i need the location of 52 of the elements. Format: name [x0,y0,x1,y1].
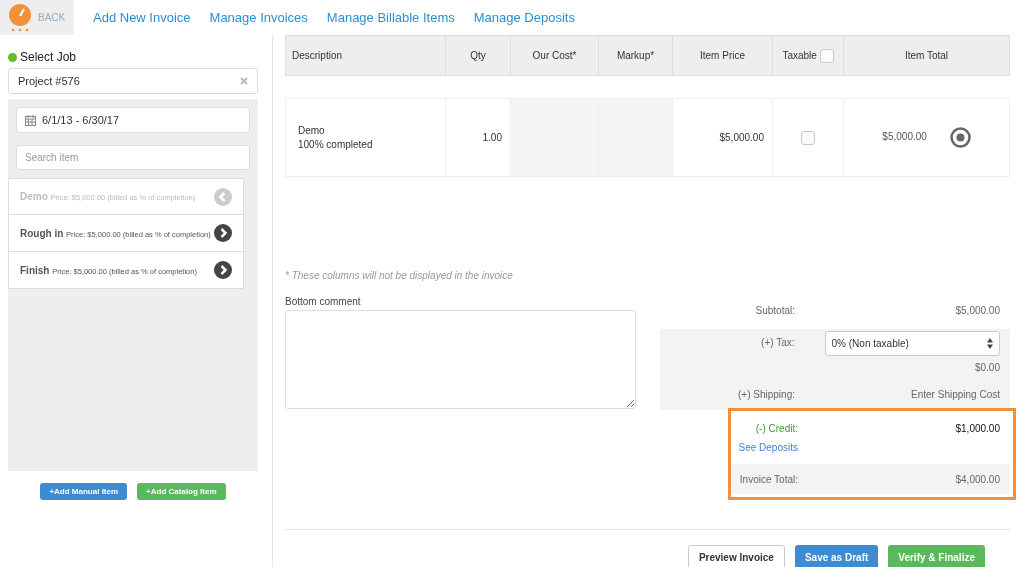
table-cell: $5,000.00 [882,131,927,143]
action-button[interactable]: Preview Invoice [687,545,785,567]
invoice-total-label: Invoice Total: [738,473,799,485]
action-button[interactable]: Save as Draft [794,545,879,567]
invoice-total-value: $4,000.00 [954,473,1000,485]
column-header: Description [292,50,343,61]
shipping-field[interactable]: Enter Shipping Cost [810,389,1000,400]
status-dot [8,52,17,62]
date-range-field[interactable]: 6/1/13 - 6/30/17 [16,107,250,133]
comment-field[interactable] [285,310,636,409]
column-header: Markup* [616,50,655,61]
select-job-label: Select Job [20,50,77,64]
see-deposits-link[interactable]: See Deposits [738,442,798,453]
gauge-logo-icon [8,3,32,32]
shipping-label: (+) Shipping: [737,389,796,400]
nav-link[interactable]: Manage Invoices [209,10,308,25]
item-description: Demo [298,125,326,136]
item-subtitle: 100% completed [298,139,374,150]
credit-label: (-) Credit: [754,423,799,434]
tax-select[interactable]: 0% (Non taxable) [824,331,1000,356]
chevron-left-icon[interactable] [214,187,232,206]
table-cell: $5,000.00 [719,132,764,143]
chevron-right-icon[interactable] [214,224,232,242]
close-icon[interactable] [240,77,248,85]
action-button[interactable]: Verify & Finalize [888,545,985,567]
tax-amount: $0.00 [973,362,1000,373]
credit-value: $1,000.00 [954,423,1000,434]
nav-link[interactable]: Manage Deposits [473,10,575,25]
checkbox[interactable] [819,48,834,63]
column-header: Item Total [904,50,949,61]
tax-label: (+) Tax: [760,336,796,348]
add-item-button[interactable]: +Add Catalog Item [137,483,226,500]
add-item-button[interactable]: +Add Manual Item [40,483,128,500]
bottom-comment-label: Bottom comment [285,296,362,307]
columns-note: * These columns will not be displayed in the invoice [285,270,514,281]
column-header: Item Price [700,50,745,61]
nav-link[interactable]: Add New Invoice [93,10,191,25]
column-header: Our Cost* [532,50,577,61]
radio-target-icon[interactable] [949,127,971,148]
nav-link[interactable]: Manage Billable Items [326,10,455,25]
table-cell: 1.00 [482,132,502,143]
back-button[interactable]: BACK [0,0,74,35]
subtotal-value: $5,000.00 [954,305,1000,316]
calendar-icon [25,114,36,126]
chevron-right-icon[interactable] [214,261,232,279]
checkbox[interactable] [801,130,815,145]
subtotal-label: Subtotal: [754,305,796,316]
column-header: Taxable [782,49,817,61]
search-field[interactable]: Search item [16,145,250,170]
column-header: Qty [470,50,486,61]
up-down-arrows-icon [987,338,993,349]
job-select[interactable]: Project #576 [8,68,258,94]
